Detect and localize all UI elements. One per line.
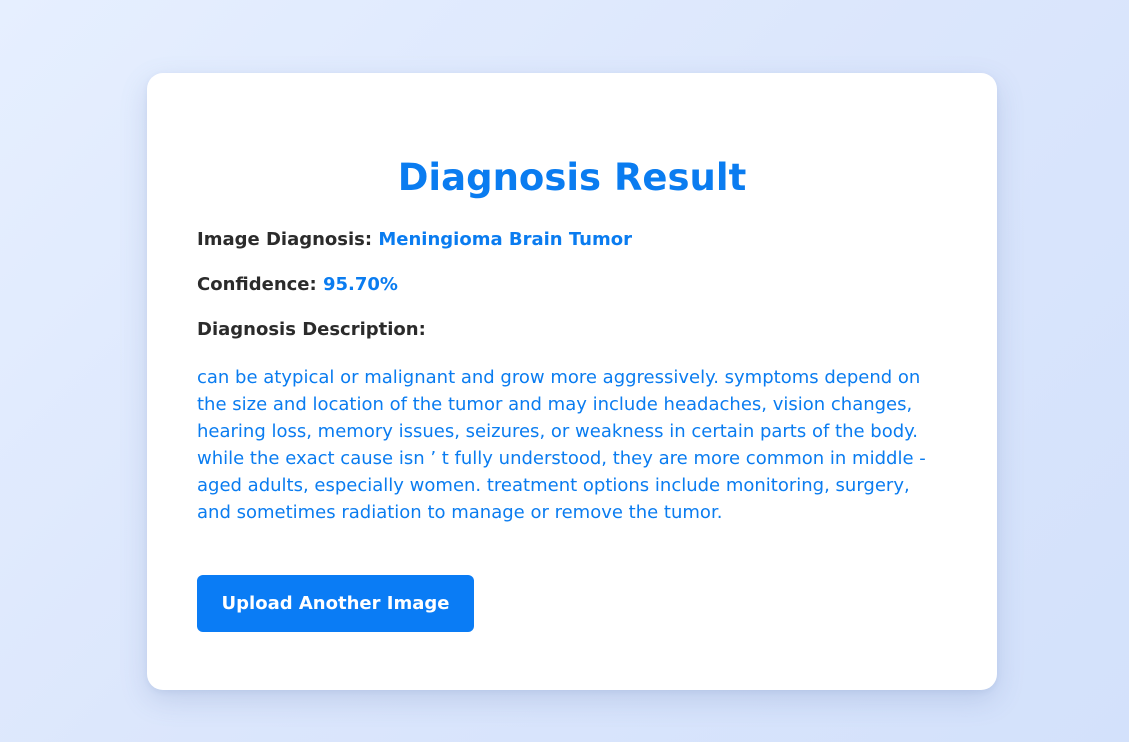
diagnosis-result-card: Diagnosis Result Image Diagnosis: Mening… bbox=[147, 73, 997, 690]
confidence-label: Confidence: bbox=[197, 274, 317, 295]
image-diagnosis-row: Image Diagnosis: Meningioma Brain Tumor bbox=[197, 228, 947, 252]
diagnosis-description-text: can be atypical or malignant and grow mo… bbox=[197, 367, 926, 523]
confidence-value: 95.70% bbox=[323, 274, 398, 295]
description-label: Diagnosis Description: bbox=[197, 319, 426, 340]
page-title: Diagnosis Result bbox=[397, 156, 747, 199]
image-diagnosis-label: Image Diagnosis: bbox=[197, 229, 373, 250]
image-diagnosis-value: Meningioma Brain Tumor bbox=[378, 229, 632, 250]
confidence-row: Confidence: 95.70% bbox=[197, 273, 947, 297]
upload-another-image-button[interactable]: Upload Another Image bbox=[197, 575, 474, 632]
